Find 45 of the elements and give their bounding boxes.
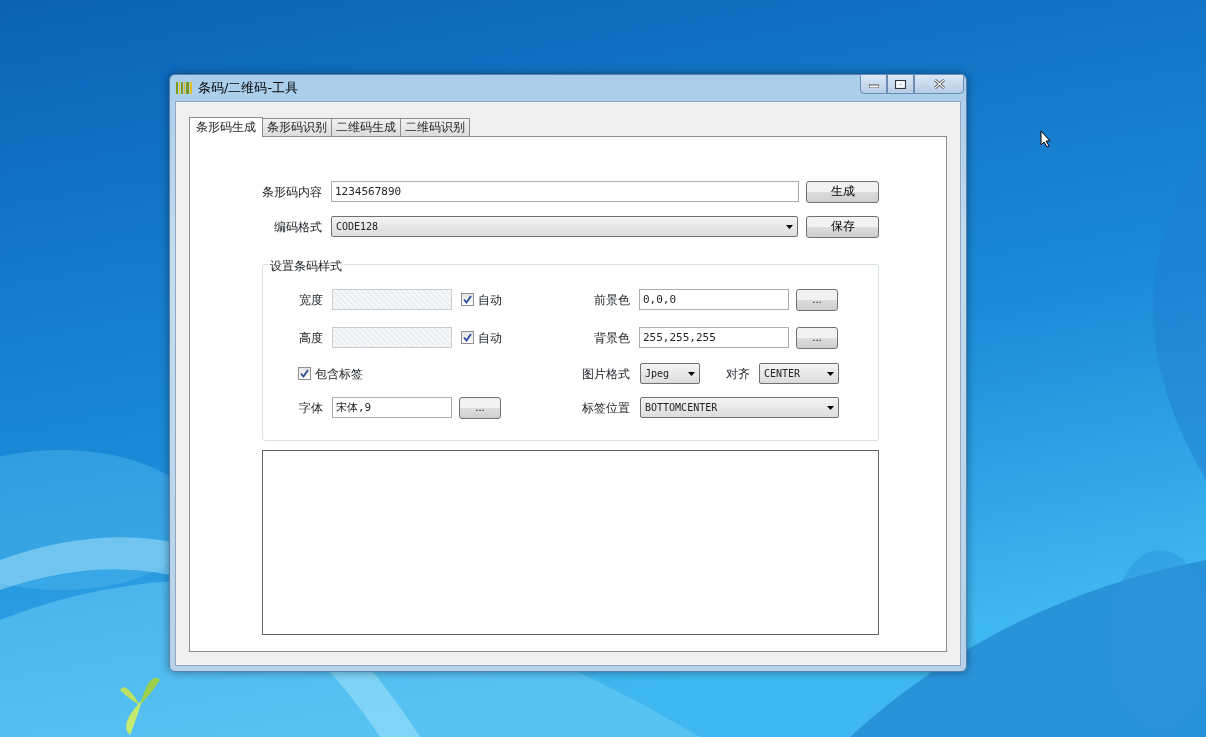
dropdown-value: BOTTOMCENTER [645, 401, 718, 415]
field-label: 字体 [298, 399, 323, 417]
checkbox-label: 自动 [478, 291, 502, 309]
browse-button[interactable]: ... [796, 288, 838, 311]
checkbox[interactable] [298, 367, 311, 380]
tab[interactable]: 条形码识别 [262, 118, 332, 136]
dropdown-arrow-icon [827, 405, 834, 410]
field-label: 对齐 [725, 365, 750, 383]
dropdown-value: CENTER [764, 367, 801, 381]
tab[interactable]: 条形码生成 [189, 117, 263, 137]
encoding-dropdown[interactable]: CODE128 [331, 216, 798, 237]
checkbox-label: 包含标签 [315, 365, 363, 383]
group-title: 设置条码样式 [268, 257, 344, 275]
color-field[interactable]: 255,255,255 [639, 327, 789, 348]
field-label: 背景色 [593, 329, 630, 347]
maximize-icon [895, 79, 906, 89]
font-field[interactable]: 宋体,9 [332, 397, 452, 418]
dropdown-value: Jpeg [645, 367, 670, 381]
dropdown-arrow-icon [827, 371, 834, 376]
field-label: 编码格式 [273, 218, 322, 236]
field-label: 前景色 [593, 291, 630, 309]
dropdown-arrow-icon [786, 224, 793, 229]
browse-button[interactable]: ... [796, 326, 838, 349]
field-label: 图片格式 [581, 365, 630, 383]
close-icon [933, 79, 945, 89]
window-title: 条码/二维码-工具 [198, 78, 299, 97]
checkbox-label: 自动 [478, 329, 502, 347]
cursor-icon [1040, 130, 1052, 148]
tab[interactable]: 二维码生成 [331, 118, 401, 136]
generate-button[interactable]: 生成 [806, 180, 879, 203]
barcode-content-field[interactable]: 1234567890 [331, 181, 799, 202]
field-label: 高度 [298, 329, 323, 347]
dropdown[interactable]: BOTTOMCENTER [640, 397, 839, 418]
field-label: 宽度 [298, 291, 323, 309]
field-label: 标签位置 [581, 399, 630, 417]
tab[interactable]: 二维码识别 [400, 118, 470, 136]
maximize-button[interactable] [887, 74, 914, 94]
field-label: 条形码内容 [262, 183, 322, 201]
barcode-icon [176, 81, 192, 94]
color-field[interactable]: 0,0,0 [639, 289, 789, 310]
dropdown[interactable]: Jpeg [640, 363, 700, 384]
dropdown-arrow-icon [688, 371, 695, 376]
browse-button[interactable]: ... [459, 396, 501, 419]
save-button[interactable]: 保存 [806, 215, 879, 238]
dropdown[interactable]: CENTER [759, 363, 839, 384]
